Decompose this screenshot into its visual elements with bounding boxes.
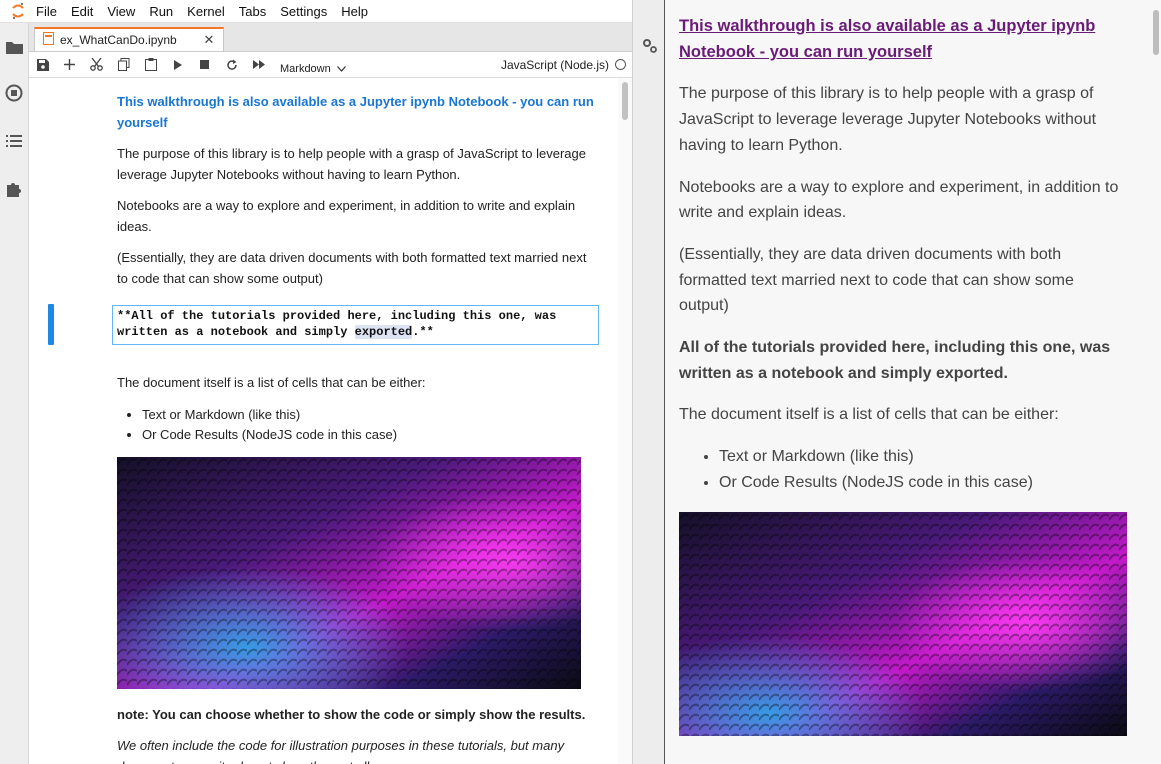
preview-paragraph-cells: The document itself is a list of cells t…: [679, 406, 1059, 424]
notebook-scrollbar[interactable]: [618, 78, 632, 764]
menu-help[interactable]: Help: [341, 4, 377, 19]
list-item: Or Code Results (NodeJS code in this cas…: [142, 425, 597, 446]
preview-paragraph-notebooks: Notebooks are a way to explore and exper…: [679, 178, 1119, 222]
notebook-panel: ex_WhatCanDo.ipynb ✕ Markdown JavaScript…: [29, 23, 632, 764]
preview-paragraph-essentially: (Essentially, they are data driven docum…: [679, 245, 1074, 315]
note-text: note: You can choose whether to show the…: [117, 706, 586, 722]
cell-type-dropdown[interactable]: Markdown: [280, 53, 346, 77]
extensions-puzzle-icon[interactable]: [4, 178, 24, 198]
preview-walkthrough-link[interactable]: This walkthrough is also available as a …: [679, 14, 1119, 65]
preview-paragraph-purpose: The purpose of this library is to help p…: [679, 85, 1097, 154]
jupyter-logo-icon: [0, 0, 36, 22]
paragraph-notebooks: Notebooks are a way to explore and exper…: [117, 198, 576, 234]
editor-highlight: exported: [354, 325, 413, 339]
run-icon[interactable]: [164, 53, 191, 77]
menu-settings[interactable]: Settings: [280, 4, 336, 19]
running-stop-icon[interactable]: [4, 83, 24, 103]
paragraph-illustration: We often include the code for illustrati…: [117, 738, 565, 764]
generative-art-image: [117, 456, 581, 689]
preview-scrollbar[interactable]: [1151, 0, 1161, 764]
menu-kernel[interactable]: Kernel: [187, 4, 234, 19]
preview-bold-tutorials: All of the tutorials provided here, incl…: [679, 339, 1111, 382]
walkthrough-link[interactable]: This walkthrough is also available as a …: [117, 92, 597, 133]
close-icon[interactable]: ✕: [201, 32, 217, 48]
cell-kinds-list: Text or Markdown (like this) Or Code Res…: [117, 405, 597, 446]
menu-view[interactable]: View: [107, 4, 144, 19]
restart-icon[interactable]: [218, 53, 245, 77]
copy-icon[interactable]: [110, 53, 137, 77]
folder-icon[interactable]: [4, 37, 24, 57]
notebook-file-icon: [43, 32, 54, 48]
menu-bar: File Edit View Run Kernel Tabs Settings …: [0, 0, 664, 23]
paragraph-essentially: (Essentially, they are data driven docum…: [117, 250, 587, 286]
fast-forward-icon[interactable]: [245, 53, 272, 77]
right-sidebar: [632, 0, 665, 764]
list-item: Text or Markdown (like this): [142, 405, 597, 426]
preview-generative-art-image: [679, 511, 1127, 736]
activity-bar: [0, 23, 29, 764]
kernel-name[interactable]: JavaScript (Node.js): [501, 58, 609, 72]
notebook-toolbar: Markdown JavaScript (Node.js): [29, 52, 632, 78]
menu-edit[interactable]: Edit: [71, 4, 102, 19]
paragraph-cells: The document itself is a list of cells t…: [117, 375, 426, 390]
markdown-cell-editor[interactable]: **All of the tutorials provided here, in…: [112, 305, 599, 345]
kernel-status-icon: [615, 59, 626, 70]
tab-label: ex_WhatCanDo.ipynb: [60, 33, 177, 47]
preview-cell-kinds-list: Text or Markdown (like this) Or Code Res…: [679, 444, 1119, 495]
tab-notebook[interactable]: ex_WhatCanDo.ipynb ✕: [34, 27, 224, 51]
cell-type-value: Markdown: [280, 62, 331, 75]
active-cell-marker: [48, 304, 54, 345]
notebook-content: This walkthrough is also available as a …: [29, 78, 632, 764]
menu-run[interactable]: Run: [149, 4, 182, 19]
list-item: Or Code Results (NodeJS code in this cas…: [719, 470, 1119, 496]
paragraph-purpose: The purpose of this library is to help p…: [117, 146, 586, 182]
table-of-contents-icon[interactable]: [4, 131, 24, 151]
paste-icon[interactable]: [137, 53, 164, 77]
menu-tabs[interactable]: Tabs: [239, 4, 275, 19]
preview-panel: This walkthrough is also available as a …: [665, 0, 1161, 764]
cut-icon[interactable]: [83, 53, 110, 77]
menu-file[interactable]: File: [36, 4, 66, 19]
editor-line: written as a notebook and simply exporte…: [117, 325, 434, 339]
save-icon[interactable]: [29, 53, 56, 77]
list-item: Text or Markdown (like this): [719, 444, 1119, 470]
editor-line: **All of the tutorials provided here, in…: [117, 309, 557, 323]
tab-bar: ex_WhatCanDo.ipynb ✕: [29, 23, 632, 52]
property-inspector-gear-icon[interactable]: [642, 38, 658, 59]
stop-icon[interactable]: [191, 53, 218, 77]
add-cell-icon[interactable]: [56, 53, 83, 77]
chevron-down-icon: [336, 63, 346, 75]
